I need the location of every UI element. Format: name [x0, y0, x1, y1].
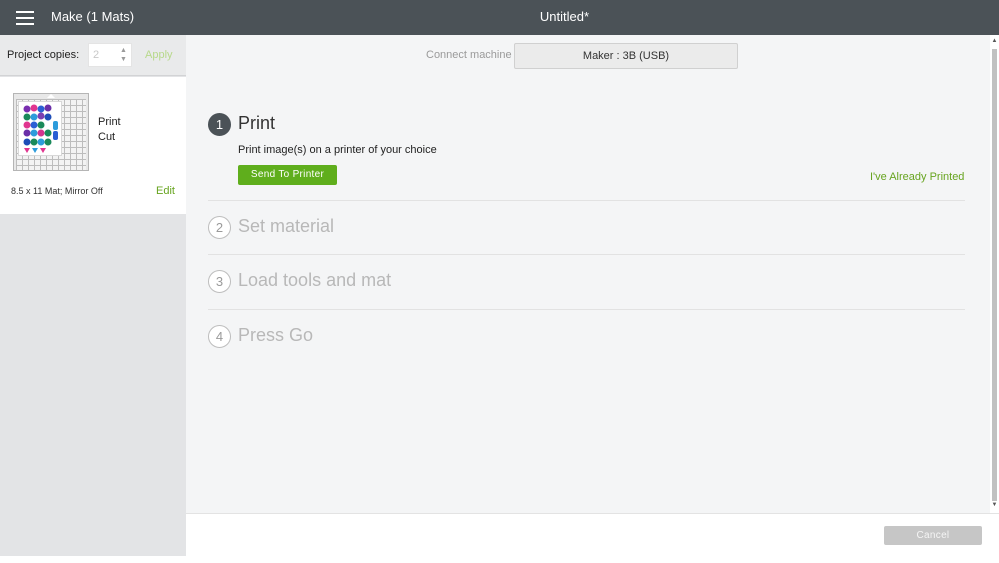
scrollbar-thumb[interactable]	[992, 49, 997, 501]
step-divider	[208, 200, 965, 201]
step-2-title: Set material	[238, 216, 335, 236]
machine-select[interactable]: Maker : 3B (USB)	[514, 43, 738, 69]
send-to-printer-button[interactable]: Send To Printer	[238, 165, 337, 185]
connect-machine-label: Connect machine	[426, 49, 512, 61]
mat-paper	[18, 101, 62, 156]
vertical-scrollbar[interactable]: ▲ ▼	[990, 35, 999, 513]
mat-edit-link[interactable]: Edit	[156, 185, 175, 197]
step-3-title: Load tools and mat	[238, 270, 392, 290]
already-printed-link[interactable]: I've Already Printed	[870, 171, 964, 183]
project-copies-bar: Project copies: 2 ▲ ▼ Apply	[0, 35, 186, 76]
sidebar: Project copies: 2 ▲ ▼ Apply Print Cut 8.…	[0, 35, 186, 556]
mat-card[interactable]: Print Cut 8.5 x 11 Mat; Mirror Off Edit	[0, 77, 186, 214]
step-1-description: Print image(s) on a printer of your choi…	[238, 144, 437, 156]
step-divider	[208, 309, 965, 310]
mat-artwork	[23, 104, 58, 153]
step-4-number: 4	[208, 325, 231, 348]
mat-size-info: 8.5 x 11 Mat; Mirror Off	[11, 186, 103, 196]
footer-bar: Cancel	[186, 513, 999, 556]
scroll-down-arrow-icon[interactable]: ▼	[990, 502, 999, 508]
top-bar: Make (1 Mats) Untitled*	[0, 0, 999, 35]
mat-print-label: Print	[98, 116, 121, 128]
step-3-number: 3	[208, 270, 231, 293]
step-divider	[208, 254, 965, 255]
step-1-title: Print	[238, 113, 276, 133]
step-1-number: 1	[208, 113, 231, 136]
chevron-down-icon[interactable]: ▼	[119, 56, 128, 64]
scroll-up-arrow-icon[interactable]: ▲	[990, 38, 999, 44]
document-title: Untitled*	[539, 9, 590, 24]
project-copies-label: Project copies:	[7, 49, 80, 61]
main-panel: Connect machine Maker : 3B (USB) 1 Print…	[186, 35, 990, 513]
project-copies-input[interactable]: 2 ▲ ▼	[88, 43, 132, 67]
apply-button[interactable]: Apply	[145, 49, 173, 61]
project-copies-value: 2	[93, 49, 100, 61]
mat-cut-label: Cut	[98, 131, 116, 143]
mat-preview-thumbnail[interactable]	[13, 93, 89, 171]
cancel-button[interactable]: Cancel	[884, 526, 982, 545]
chevron-up-icon[interactable]: ▲	[119, 47, 128, 55]
step-2-number: 2	[208, 216, 231, 239]
step-4-title: Press Go	[238, 325, 314, 345]
